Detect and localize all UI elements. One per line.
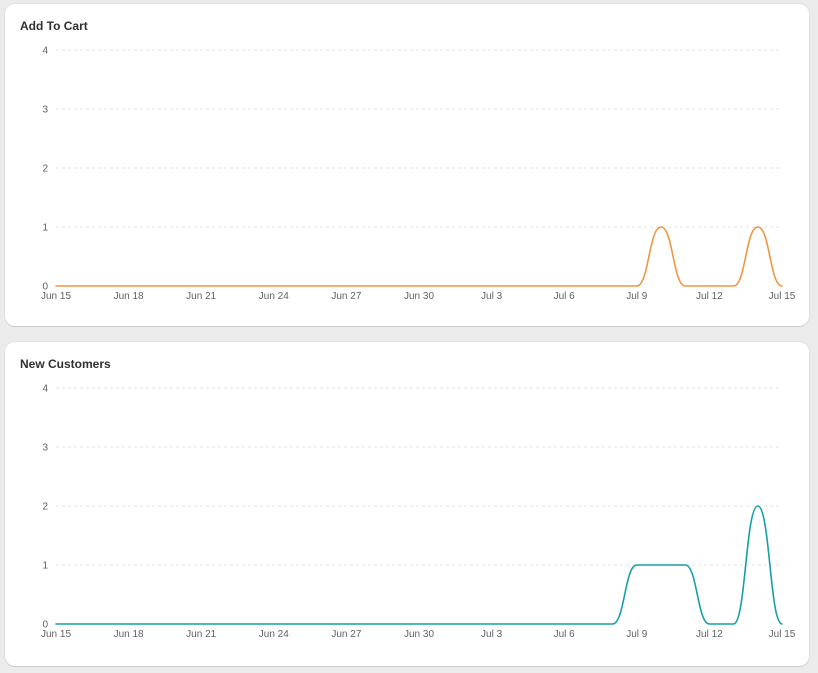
x-tick-label: Jul 15: [769, 291, 796, 302]
x-tick-label: Jun 27: [331, 291, 361, 302]
x-tick-label: Jul 6: [554, 629, 576, 640]
x-tick-label: Jul 12: [696, 291, 723, 302]
x-tick-label: Jul 9: [626, 629, 648, 640]
y-tick-label: 1: [42, 223, 48, 234]
x-tick-label: Jun 21: [186, 629, 216, 640]
new-customers-chart: 01234Jun 15 Jun 18 Jun 21 Jun 24 Jun 27 Jun 3…: [41, 384, 796, 641]
x-tick-label: Jun 15: [41, 291, 71, 302]
x-tick-label: Jul 15: [769, 629, 796, 640]
x-tick-label: Jun 18: [114, 291, 144, 302]
y-tick-label: 3: [42, 105, 48, 116]
x-tick-label: Jul 3: [481, 291, 503, 302]
x-tick-label: Jul 9: [626, 291, 648, 302]
x-tick-label: Jun 30: [404, 629, 434, 640]
x-tick-label: Jul 6: [554, 291, 576, 302]
y-tick-label: 3: [42, 443, 48, 454]
x-tick-label: Jun 24: [259, 291, 289, 302]
y-tick-label: 2: [42, 502, 48, 513]
x-tick-label: Jun 21: [186, 291, 216, 302]
y-tick-label: 2: [42, 164, 48, 175]
x-tick-label: Jun 30: [404, 291, 434, 302]
x-tick-label: Jun 24: [259, 629, 289, 640]
y-tick-label: 4: [42, 46, 48, 57]
series-line: [55, 226, 783, 287]
y-tick-label: 4: [42, 384, 48, 395]
x-tick-label: Jun 27: [331, 629, 361, 640]
x-tick-label: Jul 12: [696, 629, 723, 640]
new-customers-card: New Customers 0 1 2 3 4 Jun 15 Jun 18 Jun 21 Jun…: [5, 342, 809, 666]
x-tick-label: Jun 15: [41, 629, 71, 640]
add-to-cart-card: Add To Cart 0 1 2 3 4 Jun 15 Jun 18 Jun 21 Jun 2…: [5, 4, 809, 326]
add-to-cart-chart: 01234Jun 15 Jun 18 Jun 21 Jun 24 Jun 27 Jun 3…: [41, 46, 796, 303]
x-tick-label: Jun 18: [114, 629, 144, 640]
y-tick-label: 1: [42, 561, 48, 572]
x-tick-label: Jul 3: [481, 629, 503, 640]
